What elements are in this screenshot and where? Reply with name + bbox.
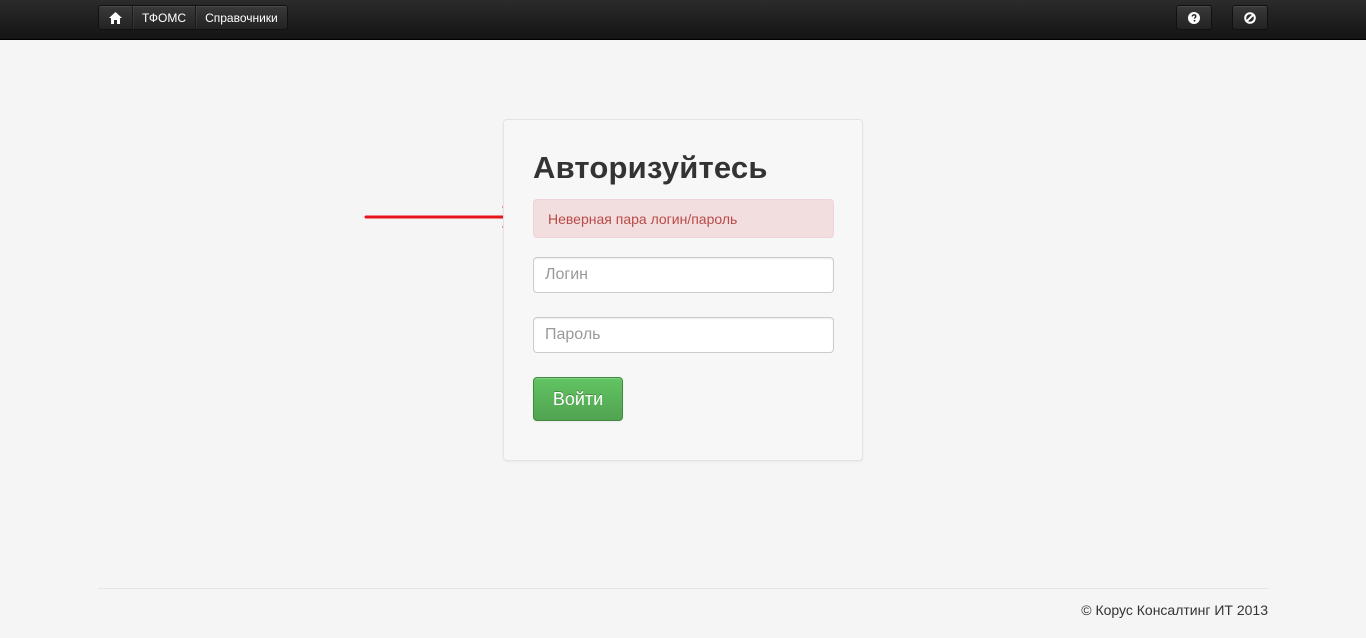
footer-copyright: © Корус Консалтинг ИТ 2013 [1081,602,1268,618]
home-icon [109,11,122,24]
footer-divider [98,588,1268,589]
page-title: Авторизуйтесь [533,150,768,185]
logout-button[interactable] [1232,5,1268,30]
top-navbar: ТФОМС Справочники [0,0,1366,40]
nav-button-group: ТФОМС Справочники [98,5,288,30]
logout-icon [1244,11,1256,24]
help-button[interactable] [1176,5,1212,30]
nav-item-tfoms[interactable]: ТФОМС [132,6,195,29]
nav-item-directories[interactable]: Справочники [195,6,287,29]
login-card: Авторизуйтесь Неверная пара логин/пароль… [503,119,863,461]
nav-home-button[interactable] [99,6,132,29]
help-icon [1188,11,1200,24]
password-input[interactable] [533,317,834,353]
error-alert: Неверная пара логин/пароль [533,199,834,238]
login-input[interactable] [533,257,834,293]
submit-button[interactable]: Войти [533,377,623,421]
